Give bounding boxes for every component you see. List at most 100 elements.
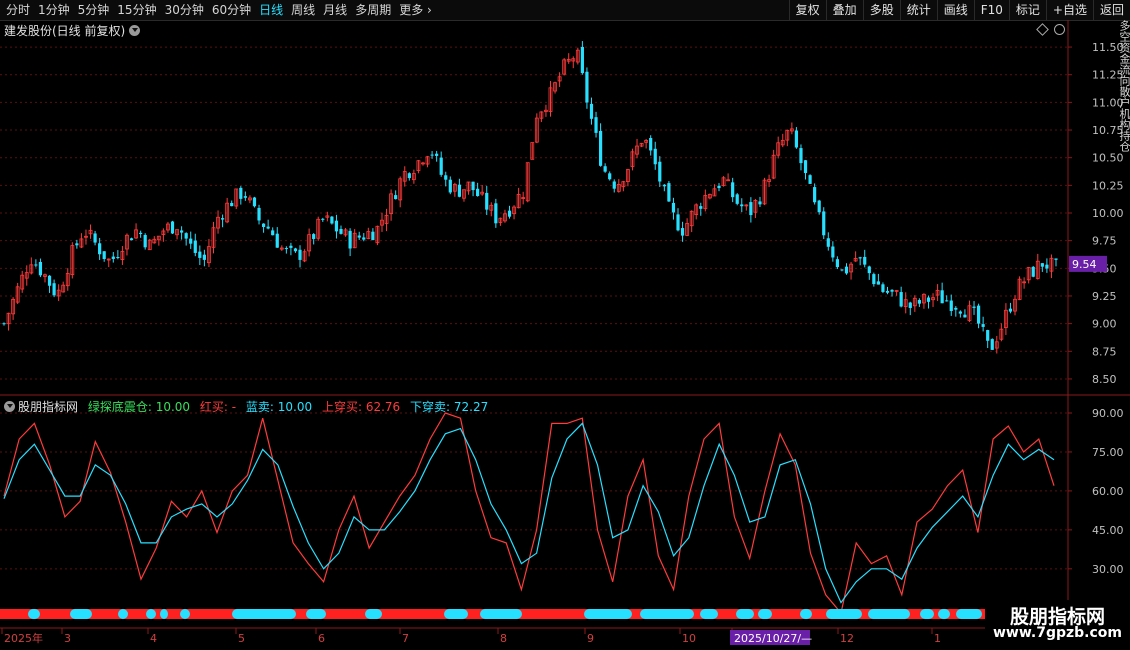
candle-body-down bbox=[926, 297, 931, 302]
circle-icon[interactable] bbox=[1054, 24, 1065, 35]
candle-body-down bbox=[348, 230, 352, 249]
candle-body-down bbox=[826, 238, 830, 247]
signal-band-segment bbox=[232, 609, 296, 619]
candle-body-down bbox=[958, 311, 962, 314]
candle-body-down bbox=[662, 184, 666, 187]
candle-body-down bbox=[794, 130, 799, 148]
candle-body-down bbox=[899, 292, 903, 307]
candle-body-down bbox=[976, 305, 981, 324]
candle-body-down bbox=[990, 339, 994, 350]
price-tick-label: 8.50 bbox=[1092, 373, 1117, 386]
candle-body-down bbox=[170, 221, 175, 234]
candle-body-down bbox=[676, 214, 680, 231]
candle-body-down bbox=[143, 234, 147, 248]
candle-body-down bbox=[885, 290, 890, 293]
stock-title[interactable]: 建发股份(日线 前复权) bbox=[4, 22, 141, 39]
signal-band-segment bbox=[444, 609, 468, 619]
cross-up-buy-line bbox=[3, 412, 1055, 615]
chevron-down-icon[interactable] bbox=[129, 25, 141, 36]
candle-body-down bbox=[252, 197, 257, 207]
candle-body-down bbox=[1040, 263, 1044, 267]
candle-body-down bbox=[972, 306, 976, 308]
chevron-down-icon[interactable] bbox=[4, 401, 15, 412]
candle-body-down bbox=[876, 281, 880, 285]
candle-body-down bbox=[649, 137, 653, 151]
indicator-name: 股朋指标网 bbox=[18, 400, 79, 414]
time-tick-label: 7 bbox=[402, 632, 409, 645]
candle-body-down bbox=[98, 243, 102, 255]
candle-body-down bbox=[680, 228, 685, 236]
price-tick-label: 9.75 bbox=[1092, 235, 1117, 248]
candle-body-down bbox=[831, 246, 835, 258]
candle-body-down bbox=[840, 269, 844, 271]
candle-body-down bbox=[808, 175, 812, 184]
candle-body-down bbox=[589, 103, 594, 119]
candle-body-down bbox=[198, 251, 202, 258]
candle-body-down bbox=[803, 160, 808, 174]
candle-body-down bbox=[594, 117, 598, 133]
candle-body-down bbox=[945, 300, 949, 302]
time-tick-label: 1 bbox=[934, 632, 941, 645]
candle-body-down bbox=[949, 300, 953, 312]
candle-body-down bbox=[940, 290, 944, 304]
candle-body-down bbox=[47, 275, 52, 286]
candle-body-down bbox=[362, 237, 366, 240]
candle-body-down bbox=[202, 254, 206, 260]
candle-body-down bbox=[357, 235, 361, 238]
candle-body-down bbox=[986, 330, 990, 341]
price-tick-label: 9.00 bbox=[1092, 318, 1117, 331]
candle-body-down bbox=[813, 187, 817, 203]
candle-body-down bbox=[653, 148, 657, 165]
candle-body-down bbox=[890, 289, 894, 292]
candle-body-down bbox=[507, 210, 512, 217]
candle-body-down bbox=[266, 226, 270, 229]
candle-body-down bbox=[230, 202, 234, 207]
candle-body-down bbox=[193, 240, 197, 253]
candle-body-down bbox=[102, 251, 106, 260]
time-tick-label: 10 bbox=[682, 632, 696, 645]
time-tick-label: 8 bbox=[500, 632, 507, 645]
candle-body-down bbox=[671, 202, 676, 213]
candle-body-down bbox=[52, 283, 56, 296]
signal-band-segment bbox=[365, 609, 382, 619]
candle-body-down bbox=[699, 206, 703, 209]
candle-body-down bbox=[34, 264, 38, 266]
candle-body-down bbox=[954, 307, 958, 310]
candle-body-down bbox=[603, 166, 607, 172]
signal-band-segment bbox=[70, 609, 92, 619]
candle-body-down bbox=[293, 248, 298, 252]
candle-body-down bbox=[444, 175, 448, 180]
signal-band-segment bbox=[700, 609, 718, 619]
time-tick-label: 12 bbox=[840, 632, 854, 645]
candle-body-down bbox=[180, 230, 184, 233]
signal-band-segment bbox=[640, 609, 694, 619]
candle-body-down bbox=[457, 184, 462, 197]
chart-canvas[interactable]: 8.508.759.009.259.509.7510.0010.2510.501… bbox=[0, 0, 1130, 650]
candle-body-down bbox=[963, 314, 967, 318]
candle-body-down bbox=[339, 228, 343, 234]
stock-title-label: 建发股份(日线 前复权) bbox=[4, 24, 126, 38]
legend-cross-up-buy: 上穿买: 62.76 bbox=[321, 400, 401, 414]
candle-body-down bbox=[261, 223, 266, 227]
time-tick-label: 4 bbox=[150, 632, 157, 645]
candle-body-down bbox=[93, 233, 97, 243]
legend-red-buy: 红买: - bbox=[199, 400, 237, 414]
candle-body-down bbox=[220, 218, 225, 220]
candle-body-down bbox=[580, 46, 584, 74]
candle-body-down bbox=[485, 192, 489, 210]
candle-body-down bbox=[667, 183, 671, 202]
time-tick-label: 5 bbox=[238, 632, 245, 645]
side-panel-text: 多空资金流向散户机构持仓 bbox=[1118, 20, 1130, 152]
candle-body-down bbox=[1008, 308, 1013, 312]
candle-body-down bbox=[430, 154, 434, 156]
candle-body-down bbox=[371, 231, 375, 241]
candle-body-down bbox=[139, 232, 143, 235]
candle-body-down bbox=[471, 181, 475, 191]
signal-band-segment bbox=[146, 609, 156, 619]
candle-body-down bbox=[2, 323, 6, 325]
signal-band-segment bbox=[118, 609, 128, 619]
time-tick-label: 2025/10/27/— bbox=[734, 632, 812, 645]
candle-body-down bbox=[448, 179, 452, 193]
candle-body-down bbox=[863, 256, 867, 265]
candle-body-down bbox=[881, 284, 885, 292]
